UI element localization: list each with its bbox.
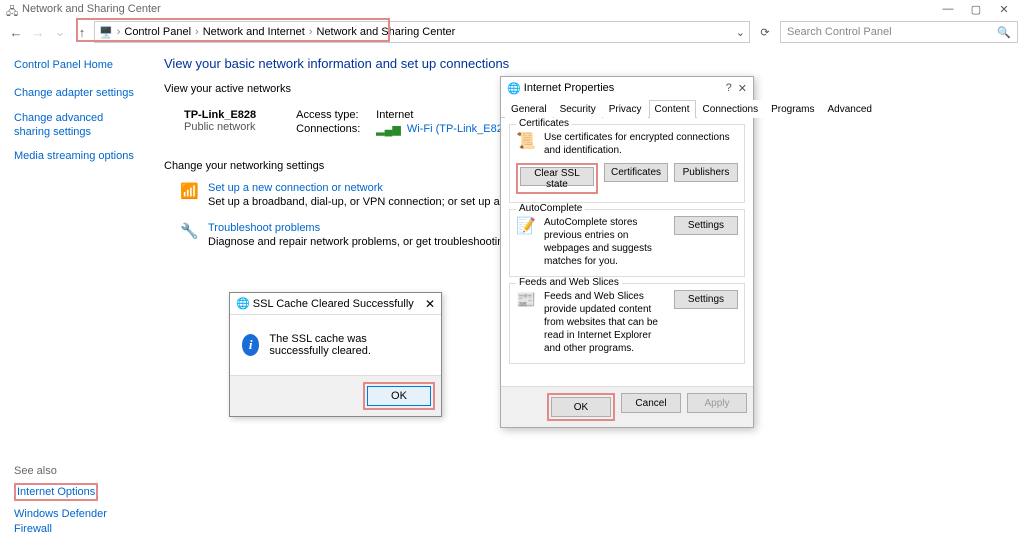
dialog-title: Internet Properties: [524, 82, 615, 94]
certificates-button[interactable]: Certificates: [604, 163, 668, 182]
address-toolbar: ← → ⌄ ↑ 🖥️ › Control Panel › Network and…: [0, 18, 1024, 46]
tab-strip: General Security Privacy Content Connect…: [501, 99, 753, 118]
chevron-right-icon: ›: [309, 26, 313, 38]
access-type-label: Access type:: [296, 109, 370, 121]
see-also-label: See also: [14, 465, 140, 477]
ok-button[interactable]: OK: [551, 397, 611, 417]
close-icon[interactable]: ✕: [738, 82, 747, 95]
see-also-internet-options[interactable]: Internet Options: [14, 483, 98, 501]
back-button[interactable]: ←: [6, 25, 26, 40]
group-legend: Feeds and Web Slices: [516, 277, 622, 288]
help-icon[interactable]: ?: [726, 82, 732, 94]
dialog-title: SSL Cache Cleared Successfully: [253, 298, 414, 310]
sidebar-link-sharing[interactable]: Change advanced sharing settings: [14, 111, 140, 140]
network-name: TP-Link_E828: [184, 109, 256, 121]
sidebar-home[interactable]: Control Panel Home: [14, 58, 140, 72]
group-legend: Certificates: [516, 118, 572, 129]
certificate-icon: 📜: [516, 131, 538, 153]
troubleshoot-icon: 🔧: [180, 222, 198, 240]
rss-icon: 📰: [516, 290, 538, 312]
group-text: AutoComplete stores previous entries on …: [544, 216, 668, 268]
dialog-message: The SSL cache was successfully cleared.: [269, 333, 429, 357]
internet-properties-dialog: 🌐 Internet Properties ? ✕ General Securi…: [500, 76, 754, 428]
see-also-firewall[interactable]: Windows Defender Firewall: [14, 507, 140, 536]
dialog-header[interactable]: 🌐 Internet Properties ? ✕: [501, 77, 753, 99]
close-button[interactable]: ✕: [990, 3, 1018, 16]
feeds-settings-button[interactable]: Settings: [674, 290, 738, 309]
page-heading: View your basic network information and …: [164, 56, 1008, 71]
info-icon: i: [242, 334, 259, 356]
search-input[interactable]: Search Control Panel 🔍: [780, 21, 1018, 43]
publishers-button[interactable]: Publishers: [674, 163, 738, 182]
cancel-button[interactable]: Cancel: [621, 393, 681, 413]
group-certificates: Certificates 📜 Use certificates for encr…: [509, 124, 745, 203]
ok-button[interactable]: OK: [367, 386, 431, 406]
autocomplete-icon: 📝: [516, 216, 538, 238]
clear-ssl-button[interactable]: Clear SSL state: [520, 167, 594, 186]
sidebar: Control Panel Home Change adapter settin…: [0, 46, 148, 550]
network-type: Public network: [184, 121, 256, 133]
control-panel-glyph-icon: 🖥️: [99, 26, 113, 39]
search-placeholder: Search Control Panel: [787, 26, 892, 38]
group-legend: AutoComplete: [516, 203, 585, 214]
breadcrumb-bar[interactable]: 🖥️ › Control Panel › Network and Interne…: [94, 21, 750, 43]
minimize-button[interactable]: —: [934, 3, 962, 15]
control-panel-icon: 🖧: [6, 3, 18, 15]
chevron-right-icon: ›: [117, 26, 121, 38]
ssl-cleared-dialog: 🌐 SSL Cache Cleared Successfully ✕ i The…: [229, 292, 442, 417]
globe-icon: 🌐: [236, 297, 250, 310]
up-button[interactable]: ↑: [72, 25, 92, 40]
access-type-value: Internet: [376, 109, 413, 121]
breadcrumb-item[interactable]: Network and Sharing Center: [317, 26, 456, 38]
tab-content[interactable]: Content: [649, 100, 696, 118]
forward-button[interactable]: →: [28, 25, 48, 40]
network-setup-icon: 📶: [180, 182, 198, 200]
tab-privacy[interactable]: Privacy: [603, 100, 648, 118]
globe-icon: 🌐: [507, 82, 521, 95]
tab-programs[interactable]: Programs: [765, 100, 820, 118]
refresh-button[interactable]: ⟳: [752, 26, 778, 39]
maximize-button[interactable]: ▢: [962, 3, 990, 16]
sidebar-link-adapter[interactable]: Change adapter settings: [14, 86, 140, 100]
close-icon[interactable]: ✕: [425, 297, 435, 311]
apply-button[interactable]: Apply: [687, 393, 747, 413]
sidebar-link-media[interactable]: Media streaming options: [14, 149, 140, 163]
breadcrumb-item[interactable]: Control Panel: [124, 26, 191, 38]
tab-security[interactable]: Security: [554, 100, 602, 118]
recent-dropdown[interactable]: ⌄: [50, 24, 70, 40]
wifi-connection-link[interactable]: Wi-Fi (TP-Link_E828): [407, 123, 513, 136]
search-icon: 🔍: [997, 26, 1011, 39]
tab-connections[interactable]: Connections: [697, 100, 765, 118]
tab-general[interactable]: General: [505, 100, 553, 118]
group-autocomplete: AutoComplete 📝 AutoComplete stores previ…: [509, 209, 745, 277]
group-text: Use certificates for encrypted connectio…: [544, 131, 738, 157]
tab-advanced[interactable]: Advanced: [821, 100, 877, 118]
wifi-signal-icon: ▂▄▆: [376, 123, 401, 136]
group-feeds: Feeds and Web Slices 📰 Feeds and Web Sli…: [509, 283, 745, 364]
autocomplete-settings-button[interactable]: Settings: [674, 216, 738, 235]
window-title: Network and Sharing Center: [22, 3, 161, 15]
chevron-right-icon: ›: [195, 26, 199, 38]
connections-label: Connections:: [296, 123, 370, 136]
group-text: Feeds and Web Slices provide updated con…: [544, 290, 668, 355]
address-dropdown-icon[interactable]: ⌄: [736, 26, 745, 39]
window-titlebar: 🖧 Network and Sharing Center — ▢ ✕: [0, 0, 1024, 18]
dialog-header[interactable]: 🌐 SSL Cache Cleared Successfully ✕: [230, 293, 441, 315]
breadcrumb-item[interactable]: Network and Internet: [203, 26, 305, 38]
